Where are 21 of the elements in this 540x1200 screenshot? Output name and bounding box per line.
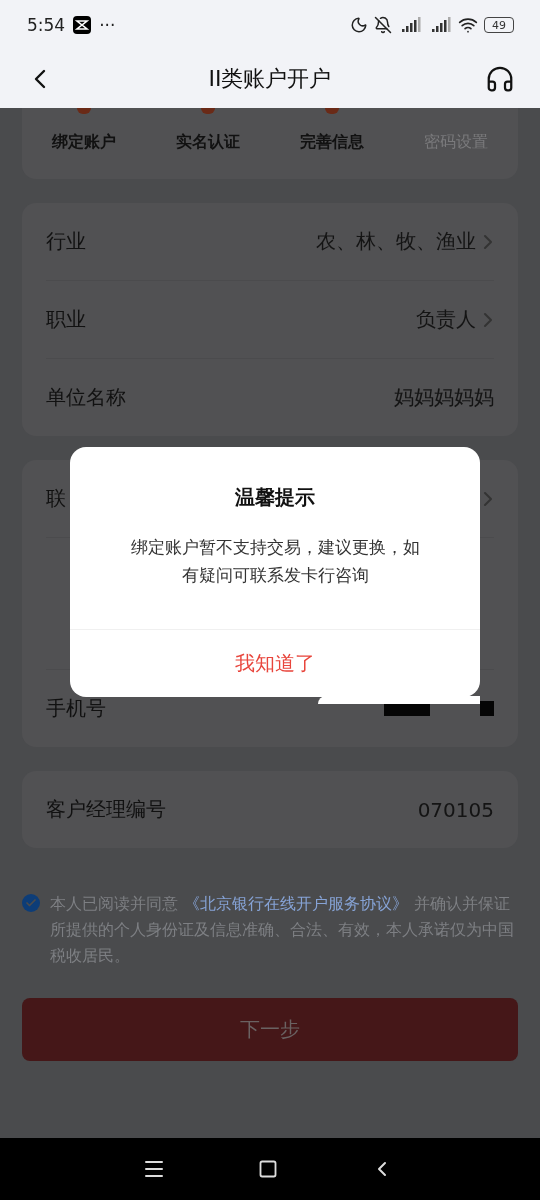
status-time: 5:54 xyxy=(27,15,66,35)
page-title: II类账户开户 xyxy=(207,65,333,93)
dialog-title: 温馨提示 xyxy=(235,484,315,511)
confirm-button[interactable]: 我知道了 xyxy=(70,629,480,697)
field-label: 客户经理编号 xyxy=(46,796,166,823)
battery-icon: 49 xyxy=(484,17,514,33)
step-label: 实名认证 xyxy=(176,132,240,153)
field-value[interactable]: 负责人 xyxy=(416,306,476,333)
field-value: 妈妈妈妈妈 xyxy=(394,384,494,411)
step-label: 绑定账户 xyxy=(52,132,116,153)
step-label: 完善信息 xyxy=(300,132,364,153)
field-value[interactable]: 农、林、牧、渔业 xyxy=(316,228,476,255)
dialog-message: 绑定账户暂不支持交易，建议更换，如有疑问可联系发卡行咨询 xyxy=(129,536,421,587)
field-label: 手机号 xyxy=(46,695,106,722)
field-label: 联 xyxy=(46,485,66,512)
field-label: 单位名称 xyxy=(46,384,126,411)
field-value: 070105 xyxy=(417,797,494,822)
agreement-link[interactable]: 《北京银行在线开户服务协议》 xyxy=(184,894,408,913)
field-label: 职业 xyxy=(46,306,86,333)
field-label: 行业 xyxy=(46,228,86,255)
more-indicator: ··· xyxy=(99,15,116,35)
